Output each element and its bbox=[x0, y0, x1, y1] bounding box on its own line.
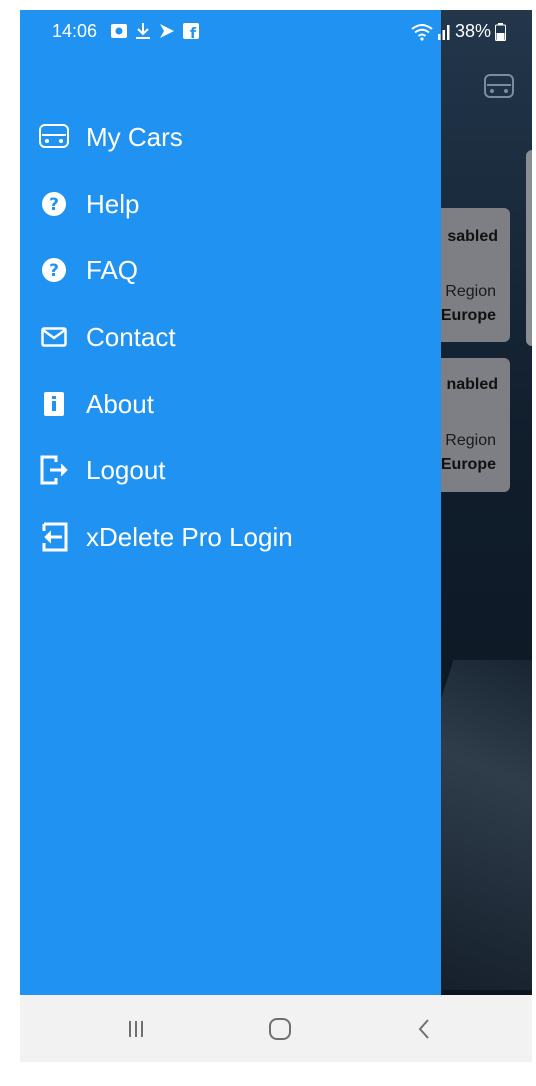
help-icon: ? bbox=[38, 188, 70, 220]
menu-item-contact[interactable]: Contact bbox=[38, 313, 176, 361]
wifi-icon bbox=[411, 23, 433, 41]
card-state: nabled bbox=[446, 376, 498, 393]
logout-icon bbox=[38, 454, 70, 486]
menu-item-label: FAQ bbox=[86, 254, 139, 285]
svg-text:?: ? bbox=[49, 261, 59, 281]
recent-apps-icon bbox=[129, 1021, 143, 1037]
svg-text:?: ? bbox=[49, 195, 59, 215]
menu-item-label: My Cars bbox=[86, 121, 183, 152]
login-icon bbox=[38, 521, 70, 553]
menu-item-about[interactable]: About bbox=[38, 380, 154, 428]
menu-item-xdelete-pro-login[interactable]: xDelete Pro Login bbox=[38, 513, 293, 561]
phone-screen: sabled Region Europe nabled Region Europ… bbox=[20, 10, 532, 1062]
card-region-value: Europe bbox=[440, 307, 496, 324]
signal-icon bbox=[437, 24, 450, 40]
download-icon bbox=[136, 23, 150, 39]
car-icon bbox=[38, 121, 70, 153]
home-button[interactable] bbox=[260, 1015, 300, 1043]
menu-item-label: xDelete Pro Login bbox=[86, 521, 293, 552]
menu-item-label: Contact bbox=[86, 321, 176, 352]
back-icon bbox=[418, 1019, 429, 1039]
menu-item-faq[interactable]: ? FAQ bbox=[38, 246, 138, 294]
battery-percent: 38% bbox=[454, 21, 491, 41]
play-store-icon bbox=[160, 24, 174, 38]
side-panel-edge bbox=[526, 150, 532, 346]
mail-icon bbox=[38, 321, 70, 353]
recent-apps-button[interactable] bbox=[116, 1015, 156, 1043]
menu-item-label: Help bbox=[86, 188, 140, 219]
card-region-label: Region bbox=[445, 283, 496, 300]
battery-icon bbox=[495, 22, 506, 41]
facebook-icon: f bbox=[183, 23, 199, 40]
back-button[interactable] bbox=[404, 1015, 444, 1043]
menu-item-logout[interactable]: Logout bbox=[38, 446, 166, 494]
status-time: 14:06 bbox=[52, 21, 98, 41]
system-navigation-bar bbox=[20, 995, 532, 1062]
navigation-drawer: My Cars ? Help ? FAQ Contact About Logou… bbox=[20, 10, 441, 995]
gallery-icon bbox=[111, 24, 127, 38]
menu-item-help[interactable]: ? Help bbox=[38, 180, 139, 228]
status-indicators: 38% bbox=[411, 21, 506, 42]
card-region-label: Region bbox=[445, 432, 496, 449]
svg-text:f: f bbox=[190, 26, 197, 40]
home-icon bbox=[269, 1018, 291, 1040]
menu-item-my-cars[interactable]: My Cars bbox=[38, 113, 183, 161]
menu-item-label: About bbox=[86, 388, 154, 419]
card-state: sabled bbox=[447, 228, 498, 245]
card-region-value: Europe bbox=[440, 456, 496, 473]
faq-icon: ? bbox=[38, 254, 70, 286]
car-icon[interactable] bbox=[482, 72, 516, 102]
status-bar: 14:06 f 38% bbox=[20, 10, 532, 52]
info-icon bbox=[38, 388, 70, 420]
menu-item-label: Logout bbox=[86, 454, 166, 485]
